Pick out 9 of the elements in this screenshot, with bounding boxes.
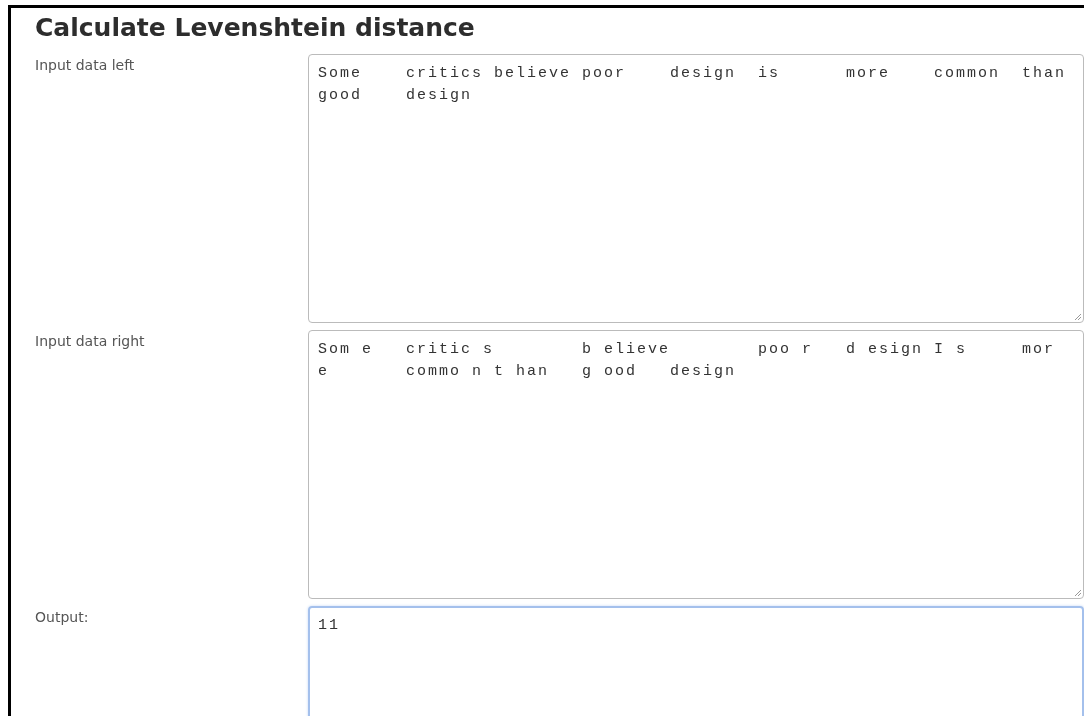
text-area[interactable]: Some critics believe poor design is more common than good design — [308, 54, 1084, 323]
text-area[interactable]: Som e critic s b elieve poo r d esign I s mor e commo n t han g ood design — [308, 330, 1084, 599]
resize-grip-icon[interactable] — [1073, 312, 1082, 321]
field-label: Input data right — [35, 332, 146, 351]
resize-grip-icon[interactable] — [1073, 588, 1082, 597]
page-title: Calculate Levenshtein distance — [35, 13, 476, 42]
field-label: Input data left — [35, 56, 136, 75]
field-label: Output: — [35, 608, 90, 627]
text-area[interactable]: 11 — [308, 606, 1084, 716]
